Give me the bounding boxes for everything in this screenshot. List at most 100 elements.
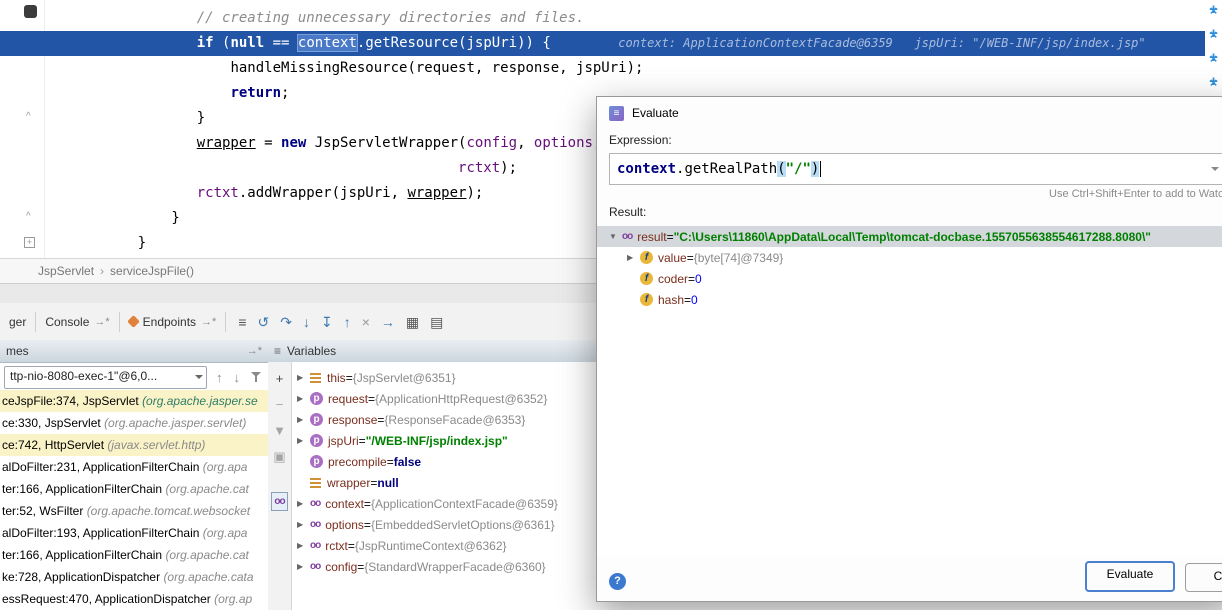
restore-layout-icon[interactable]: ≡ [238,315,246,329]
expand-icon[interactable]: ▶ [297,541,310,550]
breadcrumb-method[interactable]: serviceJspFile() [110,264,194,278]
variable-row[interactable]: ▶pjspUri = "/WEB-INF/jsp/index.jsp" [292,430,596,451]
remove-watch-icon[interactable]: − [276,398,284,411]
expand-icon[interactable]: ▶ [297,394,310,403]
code-token: return [230,85,281,101]
expand-icon[interactable]: ▶ [627,253,640,262]
expression-label: Expression: [597,129,1222,151]
drop-frame-icon[interactable]: × [362,315,370,329]
result-child-row[interactable]: ▶fvalue = {byte[74]@7349} [597,247,1222,268]
code-token: context [298,35,357,51]
stack-frame[interactable]: ce:330, JspServlet (org.apache.jasper.se… [0,412,268,434]
result-value: "C:\Users\11860\AppData\Local\Temp\tomca… [674,230,1151,244]
evaluate-button[interactable]: Evaluate [1085,561,1175,592]
variable-name: hash [658,293,684,307]
variable-icon: oo [310,561,320,572]
variable-name: response [328,413,377,427]
rerun-icon[interactable]: ↺ [257,315,269,329]
stack-frame[interactable]: ter:166, ApplicationFilterChain (org.apa… [0,544,268,566]
expand-icon[interactable]: ▶ [297,373,310,382]
gear-icon[interactable]: +× [1206,3,1221,18]
add-watch-icon[interactable]: + [276,372,284,385]
force-step-into-icon[interactable]: ↧ [321,315,333,329]
view-options-icon[interactable]: ▦ [406,315,419,329]
stack-frame[interactable]: ter:166, ApplicationFilterChain (org.apa… [0,478,268,500]
frames-pin-icon[interactable]: →* [247,345,262,357]
stack-frame[interactable]: ce:742, HttpServlet (javax.servlet.http) [0,434,268,456]
step-out-icon[interactable]: ↑ [344,315,351,329]
code-line[interactable]: handleMissingResource(request, response,… [0,56,1222,81]
equals-sign: = [357,560,364,574]
collapse-icon[interactable]: ▼ [609,232,622,241]
stack-frame[interactable]: ceJspFile:374, JspServlet (org.apache.ja… [0,390,268,412]
variable-name: options [325,518,364,532]
close-button[interactable]: Close [1185,563,1222,592]
variable-row[interactable]: ▶oocontext = {ApplicationContextFacade@6… [292,493,596,514]
tab-console[interactable]: Console→* [36,303,118,340]
stack-frame[interactable]: ter:52, WsFilter (org.apache.tomcat.webs… [0,500,268,522]
code-token: } [45,210,180,226]
expand-icon[interactable]: ▼ [273,424,286,437]
parameter-icon: p [310,413,323,426]
tab-endpoints[interactable]: Endpoints→* [120,303,226,340]
stack-frame[interactable]: ke:728, ApplicationDispatcher (org.apach… [0,566,268,588]
code-token: rctxt [197,185,239,201]
expand-icon[interactable]: ▶ [297,415,310,424]
result-row[interactable]: ▼ooresult = "C:\Users\11860\AppData\Loca… [597,226,1222,247]
result-label: Result: [597,202,1222,221]
step-over-icon[interactable]: ↷ [280,315,292,329]
gear-icon[interactable]: +× [1206,27,1221,42]
code-token: wrapper [197,135,256,151]
evaluate-watch-icon[interactable]: oo [271,492,287,511]
expand-icon[interactable]: ▶ [297,562,310,571]
variable-value: {JspRuntimeContext@6362} [355,539,507,553]
variable-value: "/WEB-INF/jsp/index.jsp" [366,434,508,448]
variable-value: 0 [691,293,698,307]
variable-row[interactable]: ▶presponse = {ResponseFacade@6353} [292,409,596,430]
result-child-row[interactable]: fhash = 0 [597,289,1222,310]
variable-row[interactable]: ▶prequest = {ApplicationHttpRequest@6352… [292,388,596,409]
result-child-row[interactable]: fcoder = 0 [597,268,1222,289]
breadcrumb-separator: › [100,264,104,278]
variable-row[interactable]: ▶this = {JspServlet@6351} [292,367,596,388]
variable-name: value [658,251,687,265]
stack-frame[interactable]: alDoFilter:193, ApplicationFilterChain (… [0,522,268,544]
breadcrumb-class[interactable]: JspServlet [38,264,94,278]
variable-row[interactable]: wrapper = null [292,472,596,493]
stack-frame[interactable]: essRequest:470, ApplicationDispatcher (o… [0,588,268,610]
stack-frame[interactable]: alDoFilter:231, ApplicationFilterChain (… [0,456,268,478]
frame-location: alDoFilter:193, ApplicationFilterChain [2,526,203,540]
gear-icon[interactable]: +× [1206,51,1221,66]
code-line[interactable]: // creating unnecessary directories and … [0,6,1222,31]
expand-icon[interactable]: ▶ [297,436,310,445]
variable-row[interactable]: pprecompile = false [292,451,596,472]
next-frame-icon[interactable]: ↓ [234,371,241,384]
expression-token: ) [811,161,819,177]
duplicate-icon[interactable]: ▣ [273,450,285,463]
variables-toolbar: + − ▼ ▣ oo [268,362,292,610]
variable-row[interactable]: ▶oooptions = {EmbeddedServletOptions@636… [292,514,596,535]
expand-icon[interactable]: ▶ [297,520,310,529]
previous-frame-icon[interactable]: ↑ [216,371,223,384]
gear-icon[interactable]: +× [1206,75,1221,90]
tab-debugger[interactable]: ger [0,303,35,340]
variable-row[interactable]: ▶oorctxt = {JspRuntimeContext@6362} [292,535,596,556]
thread-selector[interactable]: ttp-nio-8080-exec-1"@6,0... [4,366,207,389]
layout-grid-icon[interactable]: ▤ [430,315,443,329]
field-icon: f [640,293,653,306]
equals-sign: = [688,272,695,286]
expression-input[interactable]: context.getRealPath("/") [609,153,1222,185]
variable-value: {EmbeddedServletOptions@6361} [371,518,555,532]
variables-menu-icon[interactable]: ≡ [274,344,281,358]
variable-row[interactable]: ▶ooconfig = {StandardWrapperFacade@6360} [292,556,596,577]
expand-icon[interactable]: ▶ [297,499,310,508]
chevron-down-icon[interactable] [1211,167,1219,171]
step-into-icon[interactable]: ↓ [303,315,310,329]
run-to-cursor-icon[interactable]: → [381,315,395,329]
chevron-down-icon [195,375,203,379]
help-icon[interactable]: ? [609,573,626,590]
variable-name: config [325,560,357,574]
current-execution-line[interactable]: if (null == context.getResource(jspUri))… [0,31,1222,56]
evaluate-dialog-titlebar[interactable]: ≡ Evaluate [597,97,1222,129]
filter-icon[interactable] [251,371,262,383]
